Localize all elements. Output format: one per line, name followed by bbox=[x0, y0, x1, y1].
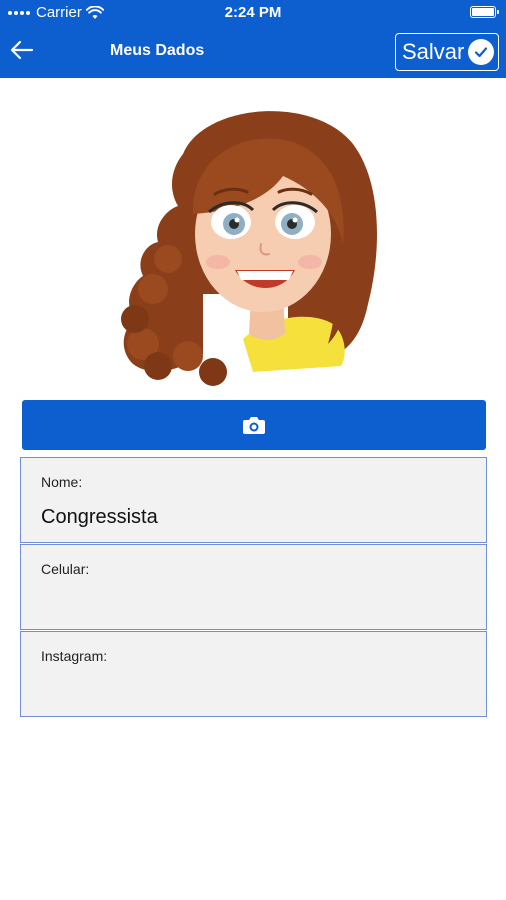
app-header: Carrier 2:24 PM Meus Dados Salvar bbox=[0, 0, 506, 78]
arrow-left-icon bbox=[10, 40, 34, 60]
name-field[interactable]: Nome: bbox=[20, 457, 487, 543]
phone-field-label: Celular: bbox=[41, 561, 90, 577]
instagram-field-label: Instagram: bbox=[41, 648, 108, 664]
phone-input[interactable] bbox=[41, 593, 461, 616]
instagram-input[interactable] bbox=[41, 680, 461, 703]
phone-field[interactable]: Celular: bbox=[20, 544, 487, 630]
camera-icon bbox=[243, 417, 265, 434]
name-input[interactable] bbox=[41, 506, 461, 529]
check-circle-icon bbox=[468, 39, 494, 65]
cartoon-girl-avatar-image bbox=[121, 111, 378, 386]
status-bar: Carrier 2:24 PM bbox=[0, 0, 506, 26]
save-button[interactable]: Salvar bbox=[395, 33, 499, 71]
battery-icon bbox=[470, 6, 499, 18]
save-button-label: Salvar bbox=[402, 39, 465, 64]
page-title: Meus Dados bbox=[110, 42, 205, 59]
change-photo-button[interactable] bbox=[22, 400, 486, 450]
name-field-label: Nome: bbox=[41, 474, 83, 490]
status-time: 2:24 PM bbox=[224, 4, 282, 21]
profile-screen: Carrier 2:24 PM Meus Dados Salvar Nome: … bbox=[0, 0, 506, 900]
instagram-field[interactable]: Instagram: bbox=[20, 631, 487, 717]
avatar bbox=[113, 94, 393, 392]
back-button[interactable] bbox=[8, 36, 36, 64]
